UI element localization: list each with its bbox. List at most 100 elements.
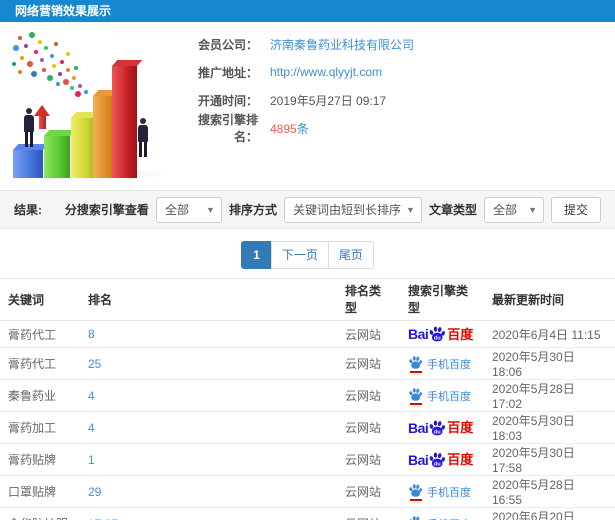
rank-link[interactable]: 4 xyxy=(88,389,95,403)
baidu-paw-icon xyxy=(409,515,423,520)
promo-url-link[interactable]: http://www.qlyyjt.com xyxy=(270,65,382,79)
result-label: 结果: xyxy=(14,203,42,217)
table-row: 膏药代工 8 云网站 Bai du 百度 2020年6月4日 11:15 xyxy=(0,320,615,348)
company-label: 会员公司： xyxy=(197,37,258,52)
rank-link[interactable]: 4 xyxy=(88,421,95,435)
baidu-pc-logo: Bai du 百度 xyxy=(408,419,474,436)
rank-link[interactable]: 8 xyxy=(88,327,95,341)
rank-type-cell: 云网站 xyxy=(345,421,382,435)
bar-chart-illustration xyxy=(8,28,178,180)
article-type-label: 文章类型 xyxy=(428,203,477,217)
filter-bar: 结果: 分搜索引擎查看 全部 ▼ 排序方式 关键词由短到长排序 ▼ 文章类型 全… xyxy=(0,190,615,229)
svg-text:du: du xyxy=(434,461,441,467)
pagination-last[interactable]: 尾页 xyxy=(327,241,374,269)
page-title: 网络营销效果展示 xyxy=(15,4,112,18)
engine-rank-row: 搜索引擎排名： 4895条 xyxy=(178,113,414,144)
table-row: 口罩贴牌 29 云网站 手机百度 2020年5月28日 16:55 xyxy=(0,475,615,508)
table-row: 膏药贴牌 1 云网站 Bai du 百度 2020年5月30日 17:58 xyxy=(0,443,615,476)
baidu-paw-icon xyxy=(409,355,423,369)
baidu-mobile-logo: 手机百度 xyxy=(408,515,471,520)
keyword-cell: 膏药加工 xyxy=(8,421,57,435)
businessman-figure-right xyxy=(135,118,150,157)
rank-type-cell: 云网站 xyxy=(345,357,382,371)
article-type-select[interactable]: 全部 ▼ xyxy=(483,196,544,223)
pagination: 1 下一页 尾页 xyxy=(0,241,615,269)
url-label: 推广地址： xyxy=(197,65,258,80)
keyword-cell: 膏药贴牌 xyxy=(8,453,57,467)
page: 网络营销效果展示 会员公司： 济南秦鲁药业科技有限公司 推广地址： http:/… xyxy=(0,0,615,520)
pagination-page-1[interactable]: 1 xyxy=(241,241,272,269)
rank-link[interactable]: 29 xyxy=(88,485,101,499)
col-keyword: 关键词 xyxy=(0,278,80,321)
member-info-section: 会员公司： 济南秦鲁药业科技有限公司 推广地址： http://www.qlyy… xyxy=(0,22,615,190)
engine-filter-value: 全部 xyxy=(164,203,189,217)
engine-rank-label: 搜索引擎排名： xyxy=(197,113,258,144)
baidu-paw-icon xyxy=(409,483,423,497)
rank-type-cell: 云网站 xyxy=(345,453,382,467)
table-row: 膏药加工 4 云网站 Bai du 百度 2020年5月30日 18:03 xyxy=(0,411,615,444)
article-type-value: 全部 xyxy=(492,203,517,217)
update-time-cell: 2020年5月28日 17:02 xyxy=(492,382,575,411)
baidu-paw-icon xyxy=(409,387,423,401)
rank-link[interactable]: 17,25 xyxy=(88,517,118,520)
member-company-row: 会员公司： 济南秦鲁药业科技有限公司 xyxy=(178,30,414,58)
keyword-cell: 膏药代工 xyxy=(8,357,57,371)
baidu-paw-icon: du xyxy=(429,326,446,342)
submit-button[interactable]: 提交 xyxy=(550,196,601,223)
chevron-down-icon: ▼ xyxy=(406,204,415,215)
baidu-red-underline xyxy=(409,402,422,405)
table-row: 金华防护服17,25云网站手机百度2020年6月20日 09:25 xyxy=(0,507,615,520)
illustration-bar-blue xyxy=(13,150,43,178)
update-time-cell: 2020年5月28日 16:55 xyxy=(492,478,575,507)
rank-link[interactable]: 1 xyxy=(88,453,95,467)
keyword-cell: 秦鲁药业 xyxy=(8,389,57,403)
keyword-cell: 膏药代工 xyxy=(8,327,57,342)
update-time-cell: 2020年5月30日 18:06 xyxy=(492,350,575,379)
keyword-cell: 口罩贴牌 xyxy=(8,485,57,499)
table-header-row: 关键词 排名 排名类型 搜索引擎类型 最新更新时间 xyxy=(0,278,615,321)
table-body: 膏药代工 8 云网站 Bai du 百度 2020年6月4日 11:15 膏药代工 25 云网站手… xyxy=(0,320,615,520)
member-info-list: 会员公司： 济南秦鲁药业科技有限公司 推广地址： http://www.qlyy… xyxy=(178,30,414,145)
baidu-paw-icon: du xyxy=(429,452,446,467)
table-row: 秦鲁药业 4 云网站 手机百度 2020年5月28日 17:02 xyxy=(0,379,615,412)
sort-select[interactable]: 关键词由短到长排序 ▼ xyxy=(283,196,422,223)
pagination-next[interactable]: 下一页 xyxy=(270,241,329,269)
opened-value: 2019年5月27日 09:17 xyxy=(270,93,387,108)
baidu-pc-logo: Bai du 百度 xyxy=(408,451,474,468)
baidu-red-underline xyxy=(409,370,422,373)
opened-time-row: 开通时间： 2019年5月27日 09:17 xyxy=(178,86,414,114)
up-arrow-icon xyxy=(34,105,50,129)
baidu-mobile-logo: 手机百度 xyxy=(408,483,471,501)
col-rank-type: 排名类型 xyxy=(337,278,400,321)
update-time-cell: 2020年6月20日 09:25 xyxy=(492,510,575,520)
chevron-down-icon: ▼ xyxy=(206,204,215,215)
baidu-red-underline xyxy=(409,498,422,501)
rank-type-cell: 云网站 xyxy=(345,485,382,499)
rank-type-cell: 云网站 xyxy=(345,327,382,342)
page-title-bar: 网络营销效果展示 xyxy=(0,0,615,22)
company-link[interactable]: 济南秦鲁药业科技有限公司 xyxy=(270,36,414,53)
rank-count: 4895 xyxy=(270,121,297,136)
results-table: 关键词 排名 排名类型 搜索引擎类型 最新更新时间 膏药代工 8 云网站 Bai du 百… xyxy=(0,278,615,520)
table-row: 膏药代工 25 云网站 手机百度 2020年5月30日 18:06 xyxy=(0,347,615,380)
svg-text:du: du xyxy=(434,335,441,341)
chevron-down-icon: ▼ xyxy=(528,204,537,215)
illustration-bar-green xyxy=(44,136,70,178)
promo-url-row: 推广地址： http://www.qlyyjt.com xyxy=(178,58,414,86)
baidu-mobile-logo: 手机百度 xyxy=(408,355,471,373)
rank-link[interactable]: 25 xyxy=(88,357,101,371)
update-time-cell: 2020年5月30日 17:58 xyxy=(492,446,575,475)
col-engine-type: 搜索引擎类型 xyxy=(400,278,484,321)
illustration-bar-red xyxy=(112,66,137,178)
sort-value: 关键词由短到长排序 xyxy=(292,203,401,217)
update-time-cell: 2020年6月4日 11:15 xyxy=(492,327,601,342)
engine-filter-select[interactable]: 全部 ▼ xyxy=(155,196,222,223)
update-time-cell: 2020年5月30日 18:03 xyxy=(492,414,575,443)
baidu-pc-logo: Bai du 百度 xyxy=(408,326,474,342)
opened-label: 开通时间： xyxy=(197,93,258,108)
col-update-time: 最新更新时间 xyxy=(484,278,615,321)
filter-controls: 分搜索引擎查看 全部 ▼ 排序方式 关键词由短到长排序 ▼ 文章类型 全部 ▼ … xyxy=(65,196,601,223)
baidu-paw-icon: du xyxy=(429,420,446,435)
businessman-figure-left xyxy=(21,108,36,147)
engine-rank-value: 4895条 xyxy=(270,120,309,137)
